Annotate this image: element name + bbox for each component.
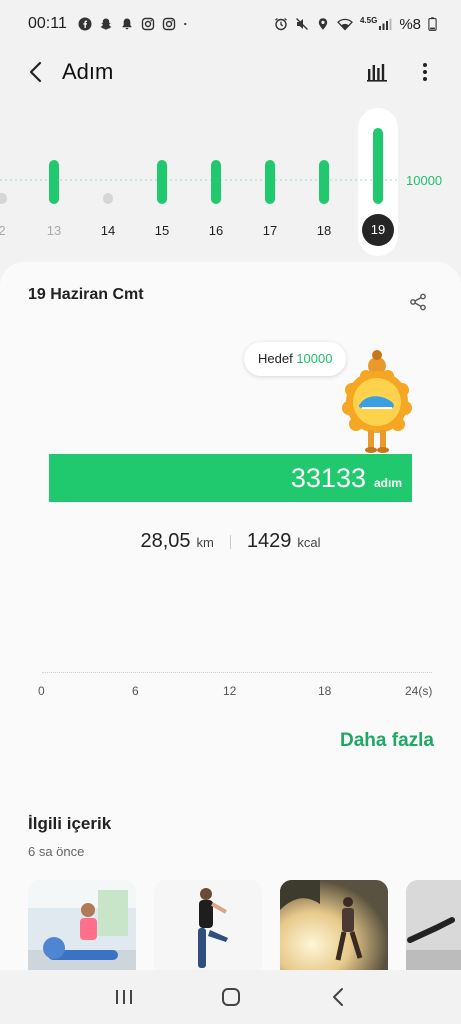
day-bar[interactable] (211, 160, 221, 204)
recent-apps-icon (115, 990, 132, 1004)
workout-thumbnail[interactable] (28, 880, 136, 972)
home-button[interactable] (211, 977, 251, 1017)
day-bar[interactable] (373, 128, 383, 204)
battery-percent: %8 (399, 15, 421, 33)
share-icon (410, 293, 426, 311)
trends-button[interactable] (359, 54, 395, 90)
calories-value: 1429 (246, 530, 292, 552)
stats-divider (229, 534, 231, 549)
hour-tick: 6 (132, 684, 139, 698)
stretching-thumbnail[interactable] (154, 880, 262, 972)
day-label[interactable]: 15 (142, 223, 182, 238)
calories-unit: kcal (297, 535, 321, 550)
recent-apps-button[interactable] (104, 977, 144, 1017)
more-link[interactable]: Daha fazla (340, 730, 434, 752)
bar-chart-icon (367, 64, 387, 82)
battery-icon (428, 17, 437, 31)
distance-value: 28,05 (140, 530, 191, 552)
day-label[interactable]: 14 (88, 223, 128, 238)
app-actions (359, 54, 443, 90)
share-button[interactable] (402, 286, 434, 318)
related-content-time: 6 sa önce (28, 844, 85, 859)
home-icon (221, 988, 240, 1006)
day-bar[interactable] (319, 160, 329, 204)
snapchat-icon (100, 18, 112, 30)
exercise-thumbnail[interactable] (406, 880, 461, 972)
wifi-icon (337, 18, 353, 31)
status-bar: 00:11 4.5G %8 (0, 0, 461, 48)
distance-unit: km (196, 535, 214, 550)
hour-tick: 18 (318, 684, 332, 698)
goal-prefix: Hedef (258, 351, 293, 366)
hourly-baseline (42, 672, 432, 673)
steps-value: 33133 adım (291, 454, 402, 502)
back-arrow-icon (29, 61, 42, 83)
day-bar[interactable] (103, 193, 113, 204)
system-nav-bar (0, 970, 461, 1024)
stats-row: 28,05 km 1429 kcal (0, 530, 461, 553)
day-bar[interactable] (0, 193, 7, 204)
alarm-icon (275, 18, 287, 31)
goal-achieved-mascot-icon (342, 350, 412, 453)
related-content-title: İlgili içerik (28, 814, 112, 833)
weekly-steps-chart: 10000 2 13 14 15 16 17 18 19 (0, 100, 461, 260)
signal-icon (379, 18, 392, 30)
dot-icon (184, 22, 187, 26)
day-label[interactable]: 18 (304, 223, 344, 238)
goal-value: 10000 (296, 351, 333, 366)
back-button[interactable] (16, 52, 56, 92)
notification-bell-icon (122, 18, 132, 30)
more-vert-icon (423, 63, 427, 81)
back-icon (332, 988, 343, 1006)
goal-line-label: 10000 (406, 173, 443, 188)
more-options-button[interactable] (407, 54, 443, 90)
running-thumbnail[interactable] (280, 880, 388, 972)
mute-icon (296, 18, 308, 30)
page-title: Adım (62, 59, 114, 84)
day-label[interactable]: 16 (196, 223, 236, 238)
status-time: 00:11 (28, 15, 67, 32)
system-back-button[interactable] (318, 977, 358, 1017)
network-type: 4.5G (359, 15, 378, 25)
day-label[interactable]: 17 (250, 223, 290, 238)
steps-count: 33133 (290, 463, 366, 493)
hourly-chart-axis: 0 6 12 18 24(s) (38, 672, 433, 702)
hour-tick: 24(s) (405, 684, 433, 698)
location-icon (318, 18, 328, 30)
day-label[interactable]: 2 (0, 223, 22, 238)
steps-progress-bar: 33133 adım (49, 454, 412, 502)
day-bar[interactable] (49, 160, 59, 204)
instagram-icon (141, 17, 155, 31)
hour-tick: 0 (38, 684, 45, 698)
day-label[interactable]: 13 (34, 223, 74, 238)
day-detail-card: 19 Haziran Cmt Hedef 10000 33133 adım 28… (0, 262, 461, 982)
status-right: 4.5G %8 (274, 16, 437, 33)
day-label-selected[interactable]: 19 (362, 214, 394, 246)
date-title: 19 Haziran Cmt (28, 286, 144, 303)
status-left: 00:11 (28, 15, 191, 33)
app-bar: Adım (0, 48, 461, 96)
facebook-icon (78, 17, 92, 31)
goal-bubble: Hedef 10000 (244, 342, 347, 376)
day-bar[interactable] (265, 160, 275, 204)
related-content-list (28, 880, 461, 972)
hour-tick: 12 (223, 684, 237, 698)
steps-unit: adım (373, 476, 402, 490)
instagram-icon (162, 17, 176, 31)
day-bar[interactable] (157, 160, 167, 204)
